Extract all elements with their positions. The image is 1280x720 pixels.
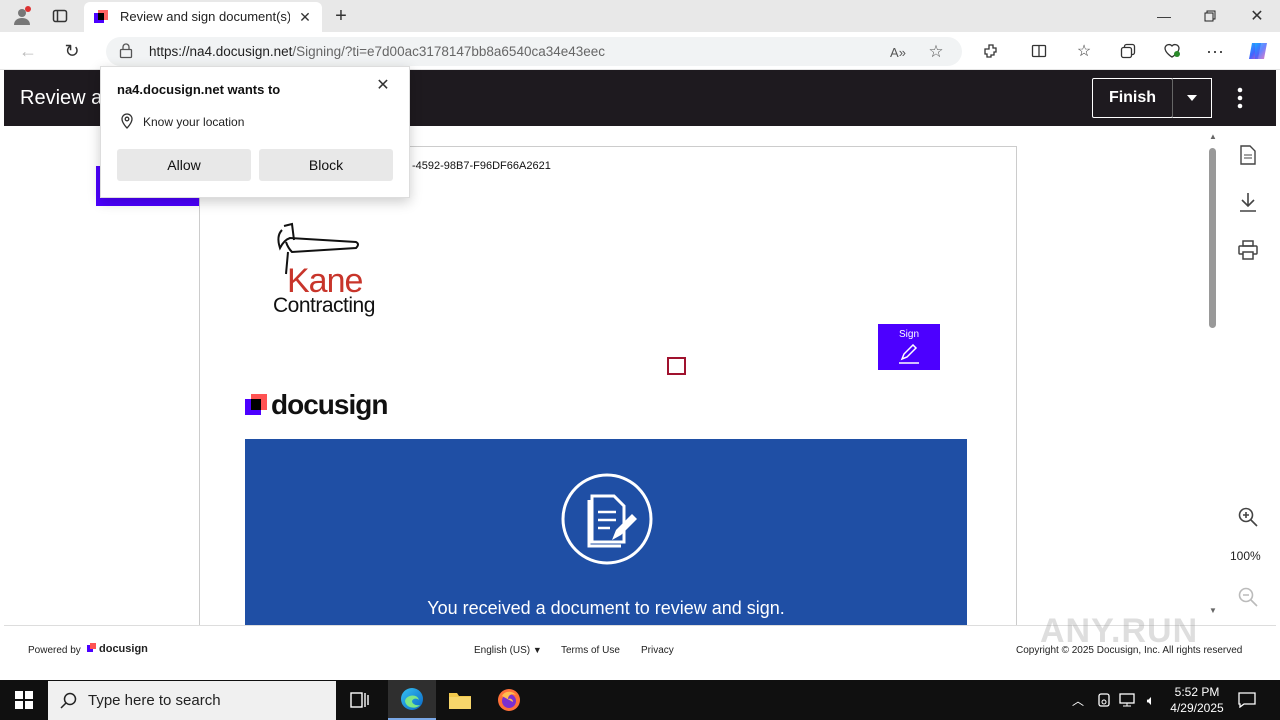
pen-icon — [898, 343, 920, 369]
sign-tag-label: Sign — [898, 329, 919, 340]
scrollbar-thumb[interactable] — [1209, 148, 1216, 328]
footer-docusign-logo: docusign — [99, 643, 148, 655]
language-label: English (US) — [474, 645, 531, 656]
print-icon[interactable] — [1236, 238, 1260, 262]
close-tab-icon[interactable]: ✕ — [296, 8, 314, 26]
url-text[interactable]: https://na4.docusign.net/Signing/?ti=e7d… — [149, 44, 605, 59]
tab-actions-icon[interactable] — [48, 5, 72, 27]
volume-icon[interactable]: 🔈︎ — [1140, 688, 1162, 712]
firefox-icon[interactable] — [487, 680, 531, 720]
profile-icon[interactable] — [10, 5, 34, 27]
scroll-up-icon[interactable]: ▲ — [1209, 132, 1217, 141]
edge-taskbar-icon[interactable] — [388, 680, 436, 720]
extensions-icon[interactable] — [980, 40, 1002, 62]
docusign-mark-icon — [245, 394, 267, 415]
taskbar-clock[interactable]: 5:52 PM 4/29/2025 — [1166, 684, 1228, 716]
privacy-link[interactable]: Privacy — [641, 645, 674, 656]
block-button[interactable]: Block — [259, 149, 393, 181]
terms-link[interactable]: Terms of Use — [561, 645, 620, 656]
notifications-icon[interactable] — [1234, 686, 1260, 714]
language-select[interactable]: English (US) ▼ — [474, 645, 542, 656]
sign-here-tag[interactable]: Sign — [878, 324, 940, 370]
checkbox-field[interactable] — [667, 357, 686, 375]
restore-icon[interactable] — [1198, 6, 1222, 26]
envelope-id: -4592-98B7-F96DF66A2621 — [412, 160, 551, 172]
header-title: Review a — [20, 87, 103, 109]
start-windows-icon[interactable] — [0, 680, 48, 720]
language-caret-icon: ▼ — [532, 645, 542, 655]
lock-icon[interactable] — [116, 41, 136, 61]
collections-icon[interactable] — [1117, 40, 1139, 62]
url-path: /Signing/?ti=e7d00ac3178147bb8a6540ca34e… — [292, 44, 606, 59]
search-icon — [60, 692, 77, 713]
favorites-icon[interactable]: ☆ — [1073, 40, 1095, 62]
company-name-contracting: Contracting — [273, 294, 375, 317]
read-aloud-icon[interactable]: A» — [888, 42, 908, 62]
docusign-wordmark: docusign — [271, 389, 388, 420]
document-pages-icon[interactable] — [1236, 143, 1260, 167]
permission-text: Know your location — [143, 115, 245, 129]
banner-text: You received a document to review and si… — [427, 598, 785, 618]
docusign-favicon-icon — [94, 10, 108, 24]
finish-dropdown-button[interactable] — [1172, 78, 1212, 118]
more-options-icon[interactable] — [1228, 84, 1252, 112]
file-explorer-icon[interactable] — [438, 680, 482, 720]
search-placeholder: Type here to search — [88, 692, 221, 709]
back-icon[interactable]: ← — [16, 40, 40, 62]
download-icon[interactable] — [1236, 190, 1260, 214]
copilot-icon[interactable] — [1245, 39, 1271, 63]
popup-close-icon[interactable]: ✕ — [373, 75, 393, 95]
location-pin-icon — [119, 113, 135, 134]
finish-button[interactable]: Finish — [1092, 78, 1173, 118]
clock-time: 5:52 PM — [1174, 685, 1220, 699]
footer-docusign-mark-icon — [87, 643, 96, 652]
favorite-star-icon[interactable]: ☆ — [926, 42, 946, 62]
minimize-icon[interactable]: — — [1152, 6, 1176, 26]
taskbar-search[interactable]: Type here to search — [48, 681, 336, 720]
clock-date: 4/29/2025 — [1170, 701, 1224, 715]
tab-title: Review and sign document(s) | D — [120, 9, 290, 24]
anyrun-watermark: ANY.RUN — [1040, 612, 1199, 650]
tray-chevron-icon[interactable]: ︿ — [1068, 688, 1088, 712]
powered-by-label: Powered by — [28, 645, 81, 656]
browser-tab-active[interactable]: Review and sign document(s) | D ✕ — [84, 2, 322, 32]
refresh-icon[interactable]: ↻ — [60, 40, 84, 62]
split-screen-icon[interactable] — [1028, 40, 1050, 62]
location-permission-popup: na4.docusign.net wants to ✕ Know your lo… — [100, 66, 410, 198]
tray-device-icon[interactable] — [1094, 688, 1114, 712]
caret-down-icon — [1186, 89, 1198, 107]
close-window-icon[interactable]: ✕ — [1245, 6, 1269, 26]
popup-title: na4.docusign.net wants to — [117, 82, 281, 97]
zoom-in-icon[interactable] — [1236, 505, 1260, 529]
scroll-down-icon[interactable]: ▼ — [1209, 606, 1217, 615]
allow-button[interactable]: Allow — [117, 149, 251, 181]
network-icon[interactable] — [1116, 688, 1138, 712]
browser-essentials-icon[interactable] — [1161, 40, 1183, 62]
zoom-out-icon[interactable] — [1236, 585, 1260, 609]
docusign-logo: docusign — [245, 389, 405, 424]
settings-more-icon[interactable]: ··· — [1204, 40, 1226, 62]
zoom-level: 100% — [1230, 549, 1261, 563]
url-bar[interactable]: https://na4.docusign.net/Signing/?ti=e7d… — [106, 37, 962, 66]
new-tab-icon[interactable]: + — [330, 5, 352, 27]
document-circle-icon — [560, 472, 654, 571]
url-host: https://na4.docusign.net — [149, 44, 293, 59]
email-banner: You received a document to review and si… — [245, 439, 967, 625]
task-view-icon[interactable] — [340, 684, 380, 716]
scrollbar[interactable]: ▲ ▼ — [1208, 132, 1218, 616]
kane-contracting-logo: Kane Contracting — [272, 222, 387, 322]
